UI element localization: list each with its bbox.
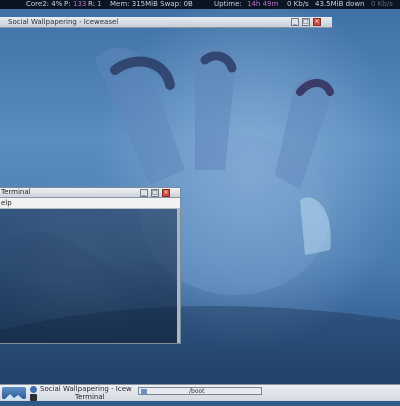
path-label: /boot xyxy=(189,388,205,395)
running-count-label: R: xyxy=(88,0,96,8)
process-count-label: P: xyxy=(64,0,71,8)
minimize-button[interactable]: _ xyxy=(291,18,299,26)
network-download: 43.5MiB down xyxy=(315,0,365,8)
minimize-icon: _ xyxy=(142,189,146,196)
terminal-title: Terminal xyxy=(1,188,31,196)
folder-icon xyxy=(141,389,147,394)
terminal-menubar: elp xyxy=(0,198,180,209)
maximize-button[interactable]: □ xyxy=(302,18,310,26)
file-manager-path-button[interactable]: /boot xyxy=(138,387,262,395)
taskbar-window-browser[interactable]: Social Wallpapering - Icew xyxy=(40,385,132,393)
minimize-icon: _ xyxy=(293,18,297,25)
uptime-value: 14h 49m xyxy=(247,0,279,8)
terminal-titlebar[interactable]: Terminal _ □ × xyxy=(0,188,180,198)
menu-landscape-icon xyxy=(4,394,24,400)
network-rate-tail: 0 Kb/s xyxy=(371,0,393,8)
process-count-value: 133 xyxy=(73,0,87,8)
uptime-label: Uptime: xyxy=(214,0,242,8)
network-upload: 0 Kb/s xyxy=(287,0,309,8)
menu-item-help[interactable]: elp xyxy=(1,198,12,208)
terminal-content-area[interactable] xyxy=(0,209,178,343)
close-icon: × xyxy=(314,18,320,25)
taskbar: Social Wallpapering - Icew Terminal /boo… xyxy=(0,384,400,401)
close-button[interactable]: × xyxy=(313,18,321,26)
terminal-scrollbar[interactable] xyxy=(177,209,180,343)
start-menu-button[interactable] xyxy=(2,387,26,400)
running-count-value: 1 xyxy=(97,0,102,8)
iceweasel-icon xyxy=(30,386,37,393)
browser-window-titlebar[interactable]: Social Wallpapering - Iceweasel _ □ × xyxy=(0,17,332,28)
close-icon: × xyxy=(163,189,169,196)
terminal-close-button[interactable]: × xyxy=(162,189,170,197)
browser-window-title: Social Wallpapering - Iceweasel xyxy=(8,18,119,26)
cpu-core2-usage: Core2: 4% xyxy=(26,0,63,8)
maximize-icon: □ xyxy=(303,18,309,25)
maximize-icon: □ xyxy=(152,189,158,196)
memory-swap-usage: Mem: 315MiB Swap: 0B xyxy=(110,0,193,8)
terminal-window[interactable]: Terminal _ □ × elp xyxy=(0,187,181,344)
system-status-bar: Core2: 4% P: 133 R: 1 Mem: 315MiB Swap: … xyxy=(0,0,400,9)
terminal-minimize-button[interactable]: _ xyxy=(140,189,148,197)
terminal-maximize-button[interactable]: □ xyxy=(151,189,159,197)
